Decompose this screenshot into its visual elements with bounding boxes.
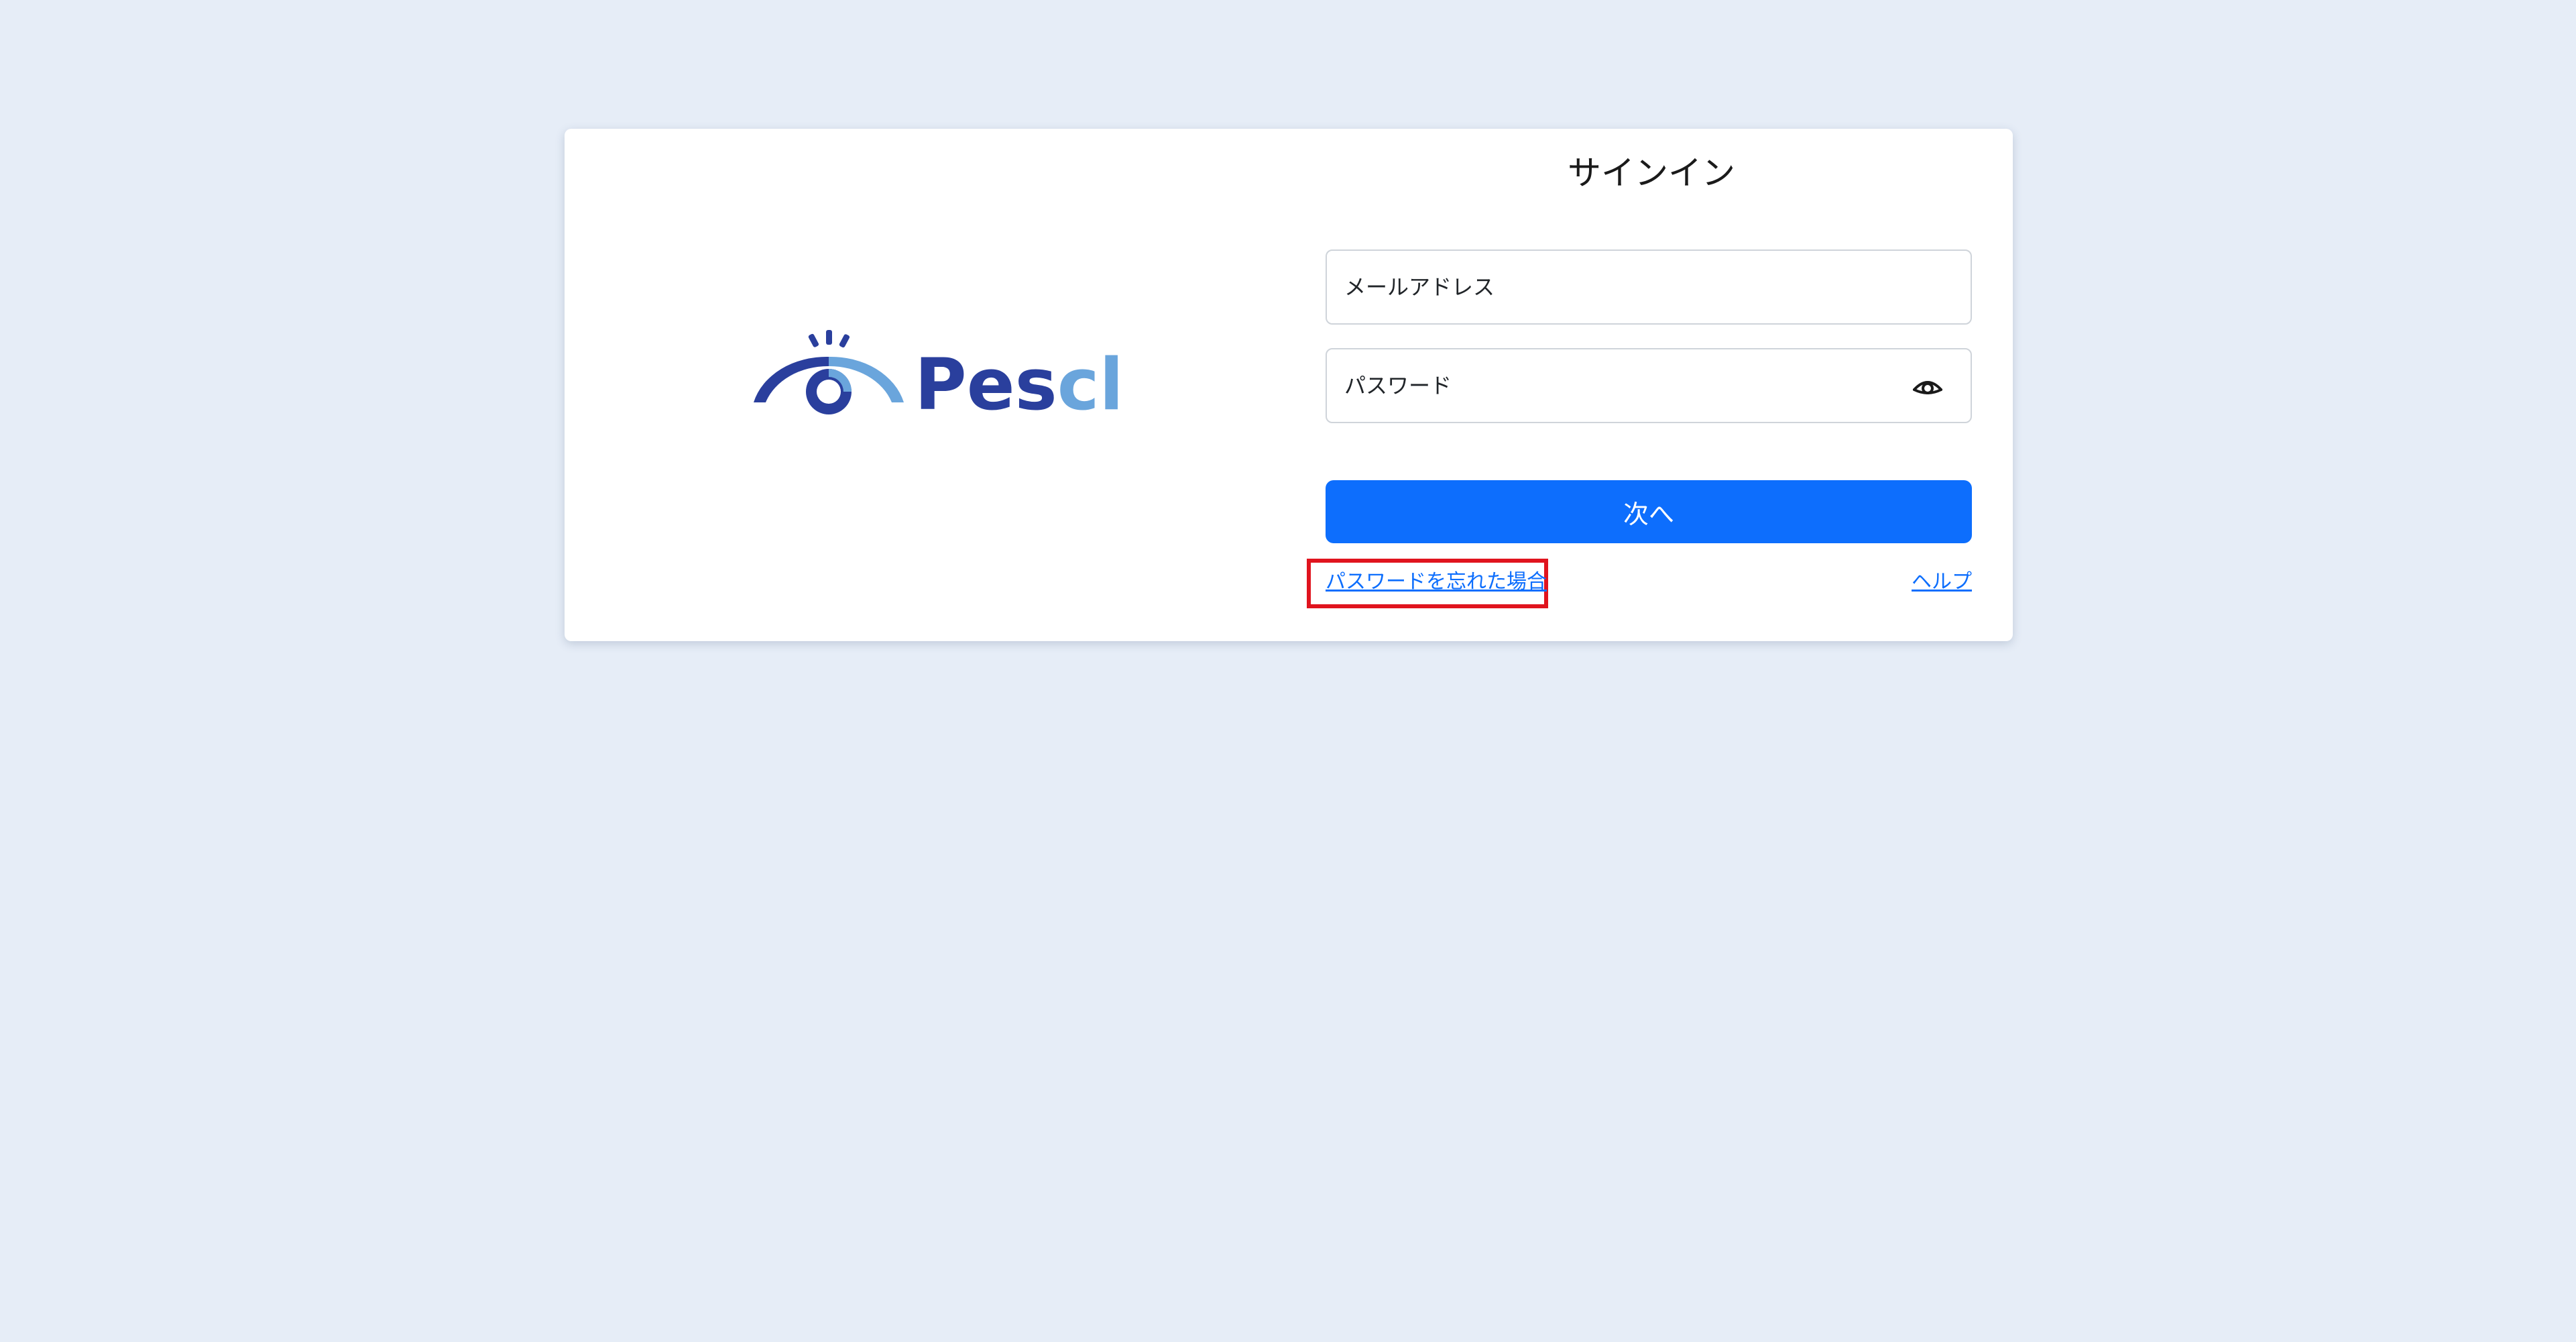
password-field[interactable] [1326,348,1972,423]
logo-wordmark: Pescle [915,343,1121,424]
pescle-logo: Pescle [746,330,1121,424]
password-input[interactable] [1343,349,1890,422]
email-input[interactable] [1343,251,1890,323]
eye-icon[interactable] [1912,374,1944,400]
forgot-password-link[interactable]: パスワードを忘れた場合 [1326,567,1547,597]
signin-card: Pescle サインイン 次へ パスワードを忘れた場合 ヘルプ [565,129,2013,641]
help-link[interactable]: ヘルプ [1912,567,1972,597]
page-title: サインイン [1568,154,1735,192]
eye-logo-icon: Pescle [754,330,1121,424]
email-field[interactable] [1326,249,1972,325]
next-button[interactable]: 次へ [1326,480,1972,543]
